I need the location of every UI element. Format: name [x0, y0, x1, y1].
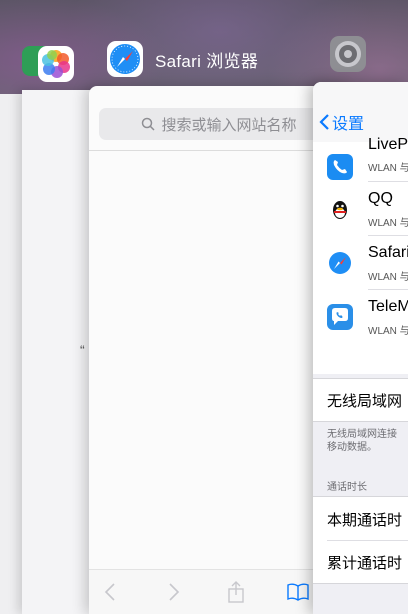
- app-name: LiveP: [368, 136, 408, 153]
- qq-penguin-icon: [327, 196, 353, 222]
- app-list: LiveP WLAN 与 QQ WLAN 与 Safari WLAN 与 Tel…: [313, 136, 408, 374]
- chevron-left-icon: [319, 114, 329, 130]
- wifi-note: 无线局域网连接 移动数据。: [327, 428, 397, 454]
- forward-arrow-icon[interactable]: [161, 580, 187, 604]
- toolbar-divider: [89, 150, 349, 151]
- photos-app-icon-front[interactable]: [38, 46, 74, 82]
- back-to-settings-button[interactable]: 设置: [319, 110, 364, 134]
- current-period-label: 本期通话时: [327, 512, 403, 529]
- back-label: 设置: [332, 116, 365, 133]
- search-icon: [142, 117, 156, 131]
- wifi-label: 无线局域网: [327, 393, 403, 410]
- wifi-note-line: 移动数据。: [327, 442, 377, 453]
- wifi-assist-row[interactable]: 无线局域网: [313, 378, 408, 422]
- bookmarks-icon[interactable]: [285, 580, 311, 604]
- phone-icon: [327, 154, 353, 180]
- call-duration-group: 本期通话时 累计通话时: [313, 496, 408, 584]
- safari-search-field[interactable]: 搜索或输入网站名称: [99, 108, 339, 140]
- settings-nav-bar: 设置: [313, 82, 408, 142]
- photos-flower-icon: [38, 46, 74, 82]
- app-name: Safari: [368, 244, 408, 261]
- chat-phone-icon: [327, 304, 353, 330]
- search-placeholder: 搜索或输入网站名称: [161, 116, 297, 134]
- safari-compass-icon: [327, 250, 353, 276]
- app-label-safari[interactable]: Safari 浏览器: [107, 41, 258, 77]
- app-network: WLAN 与: [368, 326, 408, 337]
- photos-card-text: “: [80, 342, 85, 358]
- safari-icon: [107, 41, 143, 77]
- safari-app-title: Safari 浏览器: [155, 51, 259, 71]
- settings-gear-icon: [330, 36, 366, 72]
- app-network: WLAN 与: [368, 272, 408, 283]
- settings-app-card[interactable]: 设置 LiveP WLAN 与 QQ WLAN 与 Safari WLAN 与 …: [313, 82, 408, 614]
- safari-app-card[interactable]: 搜索或输入网站名称: [89, 86, 349, 614]
- list-item[interactable]: Safari WLAN 与: [313, 236, 408, 290]
- app-name: TeleM: [368, 298, 408, 315]
- list-item[interactable]: TeleM WLAN 与: [313, 290, 408, 344]
- app-label-settings[interactable]: [330, 36, 366, 72]
- total-calls-label: 累计通话时: [327, 555, 403, 572]
- call-duration-header: 通话时长: [327, 482, 367, 493]
- app-name: QQ: [368, 190, 393, 207]
- safari-bottom-toolbar: [89, 569, 349, 614]
- share-icon[interactable]: [223, 580, 249, 604]
- row-divider: [327, 540, 408, 541]
- app-network: WLAN 与: [368, 163, 408, 174]
- back-arrow-icon[interactable]: [97, 580, 123, 604]
- app-network: WLAN 与: [368, 218, 408, 229]
- list-item[interactable]: QQ WLAN 与: [313, 182, 408, 236]
- wifi-note-line: 无线局域网连接: [327, 429, 397, 440]
